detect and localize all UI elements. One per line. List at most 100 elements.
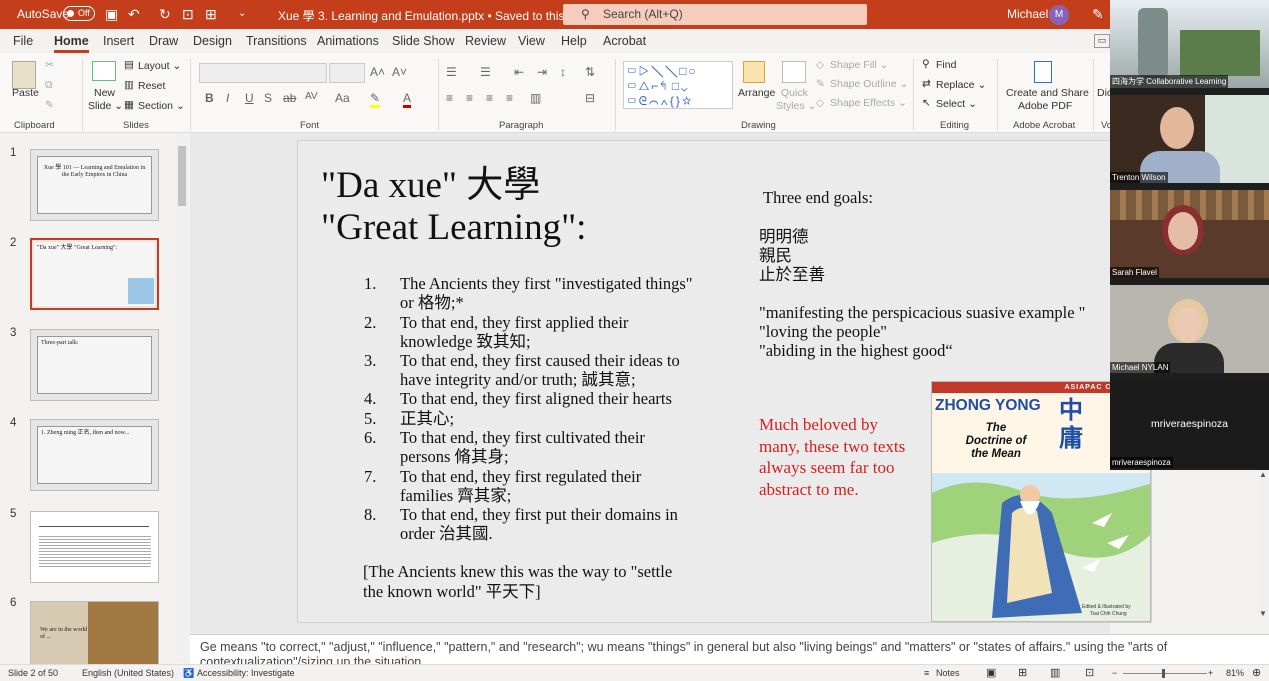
tab-help[interactable]: Help: [561, 34, 587, 48]
scrollbar-thumb[interactable]: [178, 146, 186, 206]
pen-icon[interactable]: ✎: [1092, 6, 1104, 22]
zoom-slider-thumb[interactable]: [1162, 669, 1165, 678]
quick-styles-dropdown[interactable]: Styles ⌄: [776, 100, 816, 112]
shape-outline-button[interactable]: Shape Outline ⌄: [830, 78, 908, 90]
tab-slide-show[interactable]: Slide Show: [392, 34, 455, 48]
customize-icon[interactable]: ⌄: [238, 6, 246, 22]
align-text-icon[interactable]: ⊟: [585, 91, 595, 105]
create-share-sub[interactable]: Adobe PDF: [1018, 100, 1072, 112]
slide-title-line2[interactable]: "Great Learning":: [321, 207, 586, 249]
comments-icon[interactable]: ▭: [1094, 34, 1110, 48]
video-tile-michael[interactable]: Michael NYLAN: [1110, 285, 1269, 373]
layout-icon[interactable]: ▤: [124, 59, 134, 71]
slide-thumbnail-3[interactable]: Three-part talk:: [30, 329, 159, 401]
accessibility-status[interactable]: Accessibility: Investigate: [197, 668, 295, 678]
fit-slide-icon[interactable]: ⊕: [1252, 666, 1261, 679]
video-tile-sarah[interactable]: Sarah Flavel: [1110, 190, 1269, 278]
underline-icon[interactable]: U: [245, 91, 254, 105]
grow-font-icon[interactable]: A˄: [370, 65, 385, 79]
video-tile-room[interactable]: 四海为学 Collaborative Learning: [1110, 0, 1269, 88]
tab-acrobat[interactable]: Acrobat: [603, 34, 646, 48]
new-slide-icon[interactable]: [92, 61, 116, 81]
line-spacing-icon[interactable]: ↕: [560, 65, 566, 79]
zoom-out-icon[interactable]: −: [1112, 668, 1117, 678]
select-icon[interactable]: ↖: [922, 97, 931, 109]
document-title[interactable]: Xue 學 3. Learning and Emulation.pptx • S…: [278, 7, 598, 24]
select-button[interactable]: Select ⌄: [936, 98, 977, 110]
copy-icon[interactable]: ⧉: [45, 79, 53, 92]
language-indicator[interactable]: English (United States): [82, 668, 174, 678]
slide-sorter-icon[interactable]: ⊞: [1018, 666, 1027, 679]
tab-animations[interactable]: Animations: [317, 34, 379, 48]
find-button[interactable]: Find: [936, 59, 956, 71]
slideshow-icon[interactable]: ⊡: [1085, 666, 1094, 679]
slide-thumbnail-1[interactable]: Xue 學 101 — Learning and Emulation in th…: [30, 149, 159, 221]
justify-icon[interactable]: ≡: [506, 91, 513, 105]
char-spacing-icon[interactable]: AV: [305, 91, 318, 102]
adobe-pdf-icon[interactable]: [1034, 61, 1052, 83]
video-tile-trenton[interactable]: Trenton Wilson: [1110, 95, 1269, 183]
save-icon[interactable]: ▣: [105, 6, 118, 22]
reading-view-icon[interactable]: ▥: [1050, 666, 1060, 679]
italic-icon[interactable]: I: [226, 91, 229, 105]
strikethrough-icon[interactable]: ab: [283, 91, 296, 105]
quick-styles-label[interactable]: Quick: [781, 87, 808, 99]
next-slide-icon[interactable]: ▼: [1257, 609, 1269, 618]
find-icon[interactable]: ⚲: [922, 58, 930, 70]
section-icon[interactable]: ▦: [124, 99, 134, 111]
font-name-box[interactable]: [199, 63, 327, 83]
present-icon[interactable]: ⊡: [182, 6, 194, 22]
increase-indent-icon[interactable]: ⇥: [537, 65, 547, 79]
shape-outline-icon[interactable]: ✎: [816, 78, 825, 90]
reset-icon[interactable]: ▥: [124, 79, 134, 91]
notes-button[interactable]: Notes: [936, 668, 960, 678]
new-slide-dropdown[interactable]: Slide ⌄: [88, 100, 123, 112]
bullets-icon[interactable]: ☰: [446, 65, 457, 79]
video-tile-mriveraespinoza[interactable]: mriveraespinoza mriveraespinoza: [1110, 380, 1269, 468]
redo-icon[interactable]: ↻: [159, 6, 171, 22]
autosave-toggle[interactable]: Off: [63, 6, 95, 21]
zoom-slider[interactable]: [1123, 673, 1207, 674]
columns-icon[interactable]: ▥: [530, 91, 541, 105]
notes-icon[interactable]: ≡: [924, 668, 929, 678]
decrease-indent-icon[interactable]: ⇤: [514, 65, 524, 79]
tab-transitions[interactable]: Transitions: [246, 34, 307, 48]
align-left-icon[interactable]: ≡: [446, 91, 453, 105]
tab-insert[interactable]: Insert: [103, 34, 134, 48]
font-color-icon[interactable]: A: [403, 91, 412, 108]
replace-button[interactable]: Replace ⌄: [936, 79, 986, 91]
numbering-icon[interactable]: ☰: [480, 65, 491, 79]
tab-home[interactable]: Home: [54, 34, 89, 53]
paste-button[interactable]: Paste: [12, 87, 39, 99]
reset-button[interactable]: Reset: [138, 80, 165, 92]
text-direction-icon[interactable]: ⇅: [585, 65, 595, 79]
format-painter-icon[interactable]: ✎: [45, 99, 54, 111]
speaker-notes[interactable]: Ge means "to correct," "adjust," "influe…: [190, 634, 1269, 664]
bold-icon[interactable]: B: [205, 91, 214, 105]
tab-file[interactable]: File: [13, 34, 33, 48]
slide-thumbnail-5[interactable]: [30, 511, 159, 583]
cut-icon[interactable]: ✂: [45, 59, 54, 71]
shape-fill-icon[interactable]: ◇: [816, 59, 824, 71]
shape-fill-button[interactable]: Shape Fill ⌄: [830, 59, 888, 71]
new-slide-label[interactable]: New: [94, 87, 115, 99]
shape-effects-button[interactable]: Shape Effects ⌄: [830, 97, 907, 109]
change-case-icon[interactable]: Aa: [335, 91, 350, 105]
slide-scrollbar[interactable]: ▲ ▼: [1257, 470, 1269, 620]
arrange-button[interactable]: Arrange: [738, 87, 775, 99]
quick-styles-icon[interactable]: [782, 61, 806, 83]
avatar[interactable]: M: [1049, 5, 1069, 25]
section-button[interactable]: Section ⌄: [138, 100, 185, 112]
highlight-icon[interactable]: ✎: [370, 91, 381, 108]
zoom-level[interactable]: 81%: [1226, 668, 1244, 678]
slide-title-line1[interactable]: "Da xue" 大學: [321, 165, 540, 207]
layout-button[interactable]: Layout ⌄: [138, 60, 181, 72]
slide-thumbnail-6[interactable]: We are in the world of ...: [30, 601, 159, 673]
shrink-font-icon[interactable]: A˅: [392, 65, 407, 79]
undo-icon[interactable]: ↶: [128, 6, 140, 22]
slide-thumbnail-2[interactable]: "Da xue" 大學 "Great Learning":: [30, 238, 159, 310]
shape-effects-icon[interactable]: ◇: [816, 97, 824, 109]
scroll-up-icon[interactable]: ▲: [1257, 470, 1269, 479]
thumbnails-scrollbar[interactable]: [176, 134, 188, 662]
align-center-icon[interactable]: ≡: [466, 91, 473, 105]
